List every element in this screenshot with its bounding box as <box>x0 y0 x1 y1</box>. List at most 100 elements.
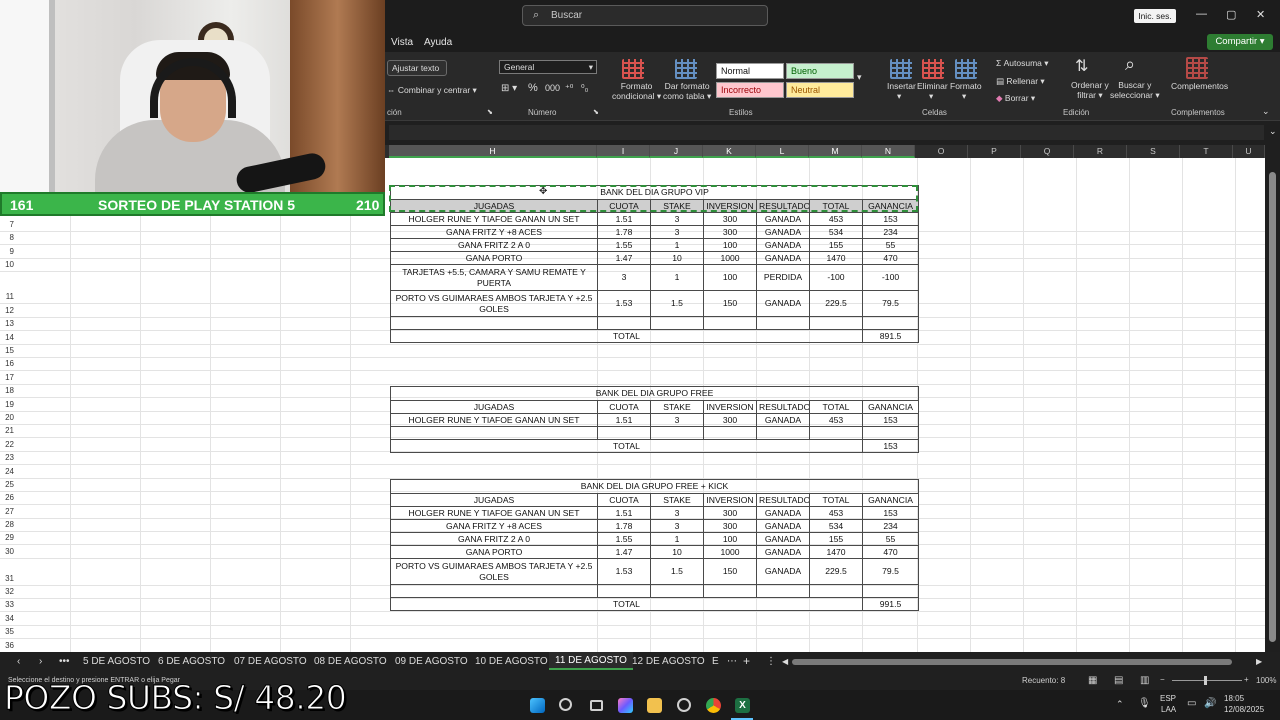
clock-date[interactable]: 12/08/2025 <box>1224 705 1264 714</box>
kick-header-resultado[interactable]: RESULTADO <box>756 493 810 507</box>
sheet-tab-6-agosto[interactable]: 6 DE AGOSTO <box>158 656 225 667</box>
autosum-button[interactable]: Σ Autosuma ▾ <box>996 58 1049 69</box>
table-cell[interactable] <box>597 584 651 598</box>
search-taskbar-icon[interactable] <box>559 698 572 711</box>
sort-filter-button[interactable]: Ordenar y filtrar ▾ <box>1071 80 1109 100</box>
row-header[interactable]: 34 <box>0 614 14 623</box>
table-cell[interactable] <box>597 426 651 440</box>
minimize-button[interactable]: — <box>1196 8 1207 20</box>
next-sheet-icon[interactable]: › <box>39 656 42 667</box>
zoom-level[interactable]: 100% <box>1256 676 1276 685</box>
table-cell[interactable]: GANADA <box>756 251 810 265</box>
kick-total-label[interactable]: TOTAL <box>390 597 863 611</box>
kick-header-stake[interactable]: STAKE <box>650 493 704 507</box>
task-view-icon[interactable] <box>590 700 603 711</box>
table-cell[interactable] <box>756 316 810 330</box>
zoom-slider[interactable] <box>1172 680 1242 681</box>
tab-vista[interactable]: Vista <box>391 37 413 48</box>
table-cell[interactable]: 1.47 <box>597 251 651 265</box>
row-header[interactable]: 27 <box>0 507 14 516</box>
sheet-tab-e[interactable]: E <box>712 656 719 667</box>
share-button[interactable]: Compartir ▾ <box>1207 34 1273 50</box>
row-header[interactable]: 9 <box>0 247 14 256</box>
table-cell[interactable]: GANADA <box>756 506 810 520</box>
table-cell[interactable]: 234 <box>861 225 920 239</box>
table-cell[interactable]: 1 <box>650 532 704 546</box>
row-header[interactable]: 17 <box>0 373 14 382</box>
row-header[interactable]: 7 <box>0 220 14 229</box>
kick-header-jugadas[interactable]: JUGADAS <box>390 493 598 507</box>
sheet-tab-11-agosto[interactable]: 11 DE AGOSTO <box>549 652 633 670</box>
style-normal[interactable]: Normal <box>716 63 784 79</box>
row-header[interactable]: 20 <box>0 413 14 422</box>
table-cell[interactable]: PORTO VS GUIMARAES AMBOS TARJETA Y +2.5 … <box>390 290 598 317</box>
delete-button[interactable]: Eliminar ▾ <box>917 81 948 102</box>
table-cell[interactable]: 1.78 <box>597 519 651 533</box>
table-cell[interactable]: 1.51 <box>597 506 651 520</box>
table-cell[interactable] <box>756 584 810 598</box>
sheet-tab-08-agosto[interactable]: 08 DE AGOSTO <box>314 656 387 667</box>
windows-start-icon[interactable] <box>530 698 545 713</box>
table-cell[interactable]: 100 <box>703 264 757 291</box>
table-cell[interactable]: 234 <box>861 519 920 533</box>
table-cell[interactable]: 3 <box>650 225 704 239</box>
table-cell[interactable]: 1.53 <box>597 558 651 585</box>
sheet-grid[interactable]: 7 8 9 10 11 12 13 14 15 16 17 18 19 20 21 22 23 24 25 26 27 2… <box>0 158 1265 652</box>
table-cell[interactable]: 3 <box>597 264 651 291</box>
table-cell[interactable]: GANA PORTO <box>390 545 598 559</box>
table-cell[interactable]: GANADA <box>756 238 810 252</box>
table-cell[interactable]: 300 <box>703 212 757 226</box>
row-header[interactable]: 12 <box>0 306 14 315</box>
table-cell[interactable]: 453 <box>809 506 863 520</box>
sheet-tab-12-agosto[interactable]: 12 DE AGOSTO <box>632 656 705 667</box>
sign-in-button[interactable]: Inic. ses. <box>1134 9 1176 23</box>
table-cell[interactable] <box>756 426 810 440</box>
table-cell[interactable]: 155 <box>809 532 863 546</box>
excel-icon[interactable]: X <box>735 698 750 713</box>
style-neutral[interactable]: Neutral <box>786 82 854 98</box>
table-cell[interactable]: -100 <box>809 264 863 291</box>
table-cell[interactable]: 79.5 <box>861 290 920 317</box>
decrease-decimal-icon[interactable]: ⁰₀ <box>581 83 588 94</box>
vip-table-title[interactable]: BANK DEL DIA GRUPO VIP <box>389 185 920 200</box>
kick-header-cuota[interactable]: CUOTA <box>597 493 651 507</box>
table-cell[interactable]: 453 <box>809 212 863 226</box>
table-cell[interactable]: GANA FRITZ 2 A 0 <box>390 238 598 252</box>
free-total-value[interactable]: 153 <box>861 439 920 453</box>
column-header-t[interactable]: T <box>1180 145 1233 158</box>
table-cell[interactable]: 300 <box>703 506 757 520</box>
row-header[interactable]: 24 <box>0 467 14 476</box>
table-cell[interactable]: 1470 <box>809 545 863 559</box>
free-header-ganancia[interactable]: GANANCIA <box>861 400 920 414</box>
merge-center-button[interactable]: ⇔ Combinar y centrar ▾ <box>387 85 477 96</box>
table-cell[interactable]: HOLGER RUNE Y TIAFOE GANAN UN SET <box>390 212 598 226</box>
comma-icon[interactable]: 000 <box>545 83 560 93</box>
vip-header-cuota[interactable]: CUOTA <box>597 199 651 213</box>
table-cell[interactable]: 55 <box>861 238 920 252</box>
scroll-left-icon[interactable]: ◀ <box>782 657 788 666</box>
expand-formula-icon[interactable]: ⌄ <box>1269 126 1277 137</box>
table-cell[interactable] <box>809 426 863 440</box>
vip-header-jugadas[interactable]: JUGADAS <box>390 199 598 213</box>
column-header-u[interactable]: U <box>1233 145 1265 158</box>
column-header-i[interactable]: I <box>597 145 650 158</box>
table-cell[interactable]: 153 <box>861 212 920 226</box>
percent-icon[interactable]: % <box>528 82 538 94</box>
row-header[interactable]: 22 <box>0 440 14 449</box>
table-cell[interactable]: 1 <box>650 238 704 252</box>
microphone-icon[interactable]: 🎙 <box>1138 698 1151 709</box>
row-header[interactable]: 8 <box>0 233 14 242</box>
table-cell[interactable]: 153 <box>861 506 920 520</box>
table-cell[interactable]: GANA PORTO <box>390 251 598 265</box>
insert-button[interactable]: Insertar ▾ <box>887 81 916 102</box>
table-cell[interactable] <box>703 584 757 598</box>
table-cell[interactable] <box>703 426 757 440</box>
vip-header-stake[interactable]: STAKE <box>650 199 704 213</box>
table-cell[interactable]: 300 <box>703 225 757 239</box>
normal-view-icon[interactable]: ▦ <box>1088 675 1097 686</box>
find-select-button[interactable]: Buscar y seleccionar ▾ <box>1110 80 1160 100</box>
sheet-tab-5-agosto[interactable]: 5 DE AGOSTO <box>83 656 150 667</box>
column-header-o[interactable]: O <box>915 145 968 158</box>
column-header-h[interactable]: H <box>389 145 597 158</box>
table-cell[interactable]: HOLGER RUNE Y TIAFOE GANAN UN SET <box>390 413 598 427</box>
